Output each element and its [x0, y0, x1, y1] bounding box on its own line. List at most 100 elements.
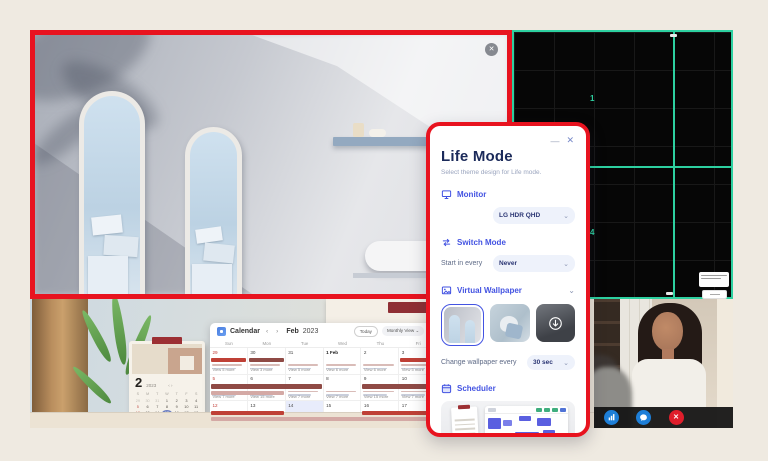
year-label: 2023 [303, 328, 319, 335]
scheduler-preview-app [485, 406, 568, 437]
event-text-line [326, 364, 356, 366]
day-number: 16 [361, 401, 398, 408]
download-icon [548, 316, 563, 331]
wallpaper-interval-dropdown[interactable]: 30 sec ⌄ [527, 355, 575, 370]
close-icon[interactable]: ✕ [485, 43, 498, 56]
start-in-every-label: Start in every [441, 260, 482, 267]
view-more-label[interactable]: View 6 more [326, 367, 348, 372]
stats-icon [607, 413, 616, 422]
participant-shirt [632, 359, 706, 409]
marketing-screenshot: 2 2023 ‹ › SMTWTFS 293031123456789101112… [0, 0, 768, 461]
day-number: 2 [361, 348, 398, 355]
view-more-label[interactable]: View 3 more [250, 367, 272, 372]
event-bar[interactable] [211, 391, 284, 395]
event-bar[interactable] [362, 411, 435, 416]
plant-leaf [109, 299, 129, 365]
day-number: 1 Feb [324, 348, 361, 355]
event-bar[interactable] [211, 384, 322, 389]
grid-tooltip-button[interactable] [702, 290, 727, 299]
view-more-label[interactable]: View 7 more [288, 394, 310, 399]
desk-weekday-label: T [172, 392, 182, 396]
split-handle[interactable] [670, 34, 677, 37]
day-number: 31 [286, 348, 323, 355]
wallpaper-thumb-selected[interactable] [441, 304, 484, 346]
life-mode-panel: — ✕ Life Mode Select theme design for Li… [426, 122, 590, 437]
close-icon[interactable]: ✕ [566, 135, 574, 146]
switch-interval-dropdown[interactable]: Never ⌄ [493, 255, 575, 272]
event-bar[interactable] [249, 358, 284, 363]
calendar-app-title: Calendar [230, 328, 260, 335]
desk-month-number: 2 [135, 375, 142, 390]
view-more-label[interactable]: View 6 more [364, 367, 386, 372]
weekday-label: Wed [324, 339, 362, 348]
view-more-label[interactable]: View 7 more [213, 394, 235, 399]
event-text-line [288, 391, 318, 393]
view-more-label[interactable]: View 7 more [402, 394, 424, 399]
collapse-chevron-icon[interactable]: ⌄ [568, 286, 575, 295]
view-more-label[interactable]: View 5 more [402, 367, 424, 372]
end-call-icon: ✕ [673, 410, 679, 425]
event-text-line [212, 364, 242, 366]
view-more-label[interactable]: View 5 more [288, 367, 310, 372]
view-dropdown[interactable]: Monthly View ⌄ [382, 326, 424, 336]
event-bar[interactable] [211, 358, 246, 363]
view-more-label[interactable]: View 5 more [213, 367, 235, 372]
day-number: 14 [286, 401, 323, 408]
minimize-icon[interactable]: — [550, 138, 559, 144]
wood-pillar [32, 299, 88, 428]
event-bar[interactable] [362, 384, 435, 389]
monitor-icon [441, 189, 452, 200]
end-call-button[interactable]: ✕ [669, 410, 684, 425]
virtual-wallpaper-label: Virtual Wallpaper [457, 286, 522, 295]
day-number: 29 [210, 348, 247, 355]
chevron-down-icon: ⌄ [563, 359, 569, 367]
participant-face [652, 312, 683, 351]
switch-mode-label: Switch Mode [457, 238, 506, 247]
event-text-line [326, 391, 356, 393]
weekday-label: Mon [248, 339, 286, 348]
day-number: 12 [210, 401, 247, 408]
today-button[interactable]: Today [354, 326, 378, 337]
quadrant-label: 1 [590, 94, 594, 103]
arch-window-small [185, 127, 242, 299]
desk-weekday-label: T [152, 392, 162, 396]
desk-weekday-row: SMTWTFS [133, 392, 201, 396]
month-label: Feb [286, 328, 298, 335]
calendar-day-cell[interactable]: 8View 7 more [324, 375, 362, 401]
desk-weekday-label: F [182, 392, 192, 396]
wallpaper-thumbnails [441, 304, 575, 346]
chat-icon [639, 413, 648, 422]
wallpaper-thumb-download[interactable] [536, 304, 575, 342]
desk-year: 2023 [146, 383, 156, 388]
chevron-down-icon: ⌄ [563, 212, 569, 220]
wallpaper-thumb-2[interactable] [490, 304, 529, 342]
video-call-view: ✕ [594, 299, 733, 428]
virtual-wallpaper-section-header: Virtual Wallpaper ⌄ [441, 285, 575, 296]
change-wallpaper-label: Change wallpaper every [441, 359, 517, 366]
event-bar[interactable] [211, 411, 284, 416]
scheduler-preview[interactable] [441, 401, 575, 437]
event-text-line [288, 364, 318, 366]
view-more-label[interactable]: View 15 more [250, 394, 274, 399]
chat-button[interactable] [636, 410, 651, 425]
stats-button[interactable] [604, 410, 619, 425]
view-more-label[interactable]: View 15 more [364, 394, 388, 399]
monitor-dropdown[interactable]: LG HDR QHD ⌄ [493, 207, 575, 224]
calendar-day-cell[interactable]: 2 View 6 more [361, 348, 399, 374]
split-handle[interactable] [666, 292, 673, 295]
view-more-label[interactable]: View 7 more [326, 394, 348, 399]
calendar-day-cell[interactable]: 31 View 5 more [286, 348, 324, 374]
panel-subtitle: Select theme design for Life mode. [441, 169, 575, 176]
scheduler-label: Scheduler [457, 384, 496, 393]
scheduler-section-header: Scheduler [441, 383, 575, 394]
day-number: 7 [286, 375, 323, 382]
calendar-day-cell[interactable]: 1 Feb View 6 more [324, 348, 362, 374]
scheduler-preview-calendar [451, 406, 479, 437]
switch-mode-section-header: Switch Mode [441, 237, 575, 248]
next-month-button[interactable]: › [276, 328, 280, 335]
event-text-line [363, 364, 393, 366]
monitor-label: Monitor [457, 190, 486, 199]
day-number: 15 [324, 401, 361, 408]
switch-icon [441, 237, 452, 248]
prev-month-button[interactable]: ‹ [266, 328, 270, 335]
